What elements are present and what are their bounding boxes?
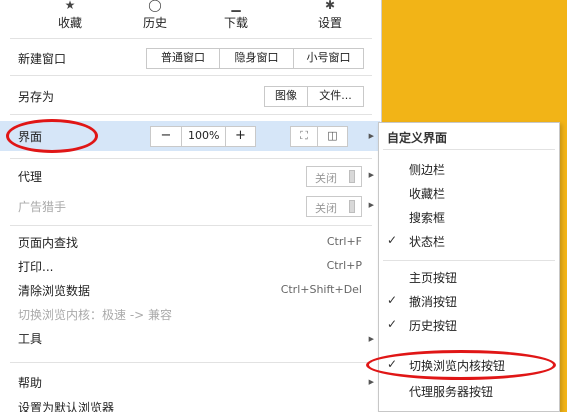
menu-row-save-as: 另存为 图像 文件... — [0, 82, 380, 110]
divider — [10, 38, 372, 39]
save-image-button[interactable]: 图像 — [265, 87, 307, 106]
menu-row-help[interactable]: 帮助 ▶ — [0, 368, 380, 392]
submenu-item-label: 状态栏 — [409, 235, 446, 249]
save-as-label: 另存为 — [18, 90, 55, 104]
submenu-arrow-icon: ▶ — [368, 201, 374, 209]
proxy-toggle-state: 关闭 — [315, 172, 337, 185]
help-label: 帮助 — [18, 376, 43, 390]
interface-label: 界面 — [18, 130, 43, 144]
checkmark-icon: ✓ — [387, 317, 398, 331]
submenu-item-label: 收藏栏 — [409, 187, 446, 201]
print-shortcut: Ctrl+P — [326, 259, 362, 272]
find-shortcut: Ctrl+F — [326, 235, 362, 248]
proxy-toggle[interactable]: 关闭 — [306, 166, 362, 187]
submenu-item-home-button[interactable]: 主页按钮 — [379, 265, 559, 289]
submenu-item-label: 历史按钮 — [409, 319, 458, 333]
new-window-label: 新建窗口 — [18, 52, 67, 66]
zoom-level: 100% — [181, 127, 225, 146]
alt-account-window-button[interactable]: 小号窗口 — [293, 49, 363, 68]
new-window-button-group: 普通窗口 隐身窗口 小号窗口 — [146, 48, 364, 69]
favorites-label: 收藏 — [57, 16, 82, 30]
submenu-item-label: 搜索框 — [409, 211, 446, 225]
normal-window-button[interactable]: 普通窗口 — [147, 49, 219, 68]
menu-row-new-window: 新建窗口 普通窗口 隐身窗口 小号窗口 — [0, 44, 380, 72]
submenu-title: 自定义界面 — [387, 131, 448, 145]
submenu-arrow-icon: ▶ — [368, 378, 374, 386]
menu-row-find[interactable]: 页面内查找 Ctrl+F — [0, 228, 380, 252]
default-browser-label: 设置为默认浏览器 — [18, 401, 115, 412]
download-icon: ▁ — [231, 0, 241, 12]
favorites-button[interactable]: ★ 收藏 — [40, 0, 100, 31]
submenu-item-history-button[interactable]: ✓ 历史按钮 — [379, 313, 559, 337]
find-label: 页面内查找 — [18, 236, 79, 250]
fullscreen-icon[interactable]: ⛶ — [291, 127, 317, 146]
submenu-item-favorites-bar[interactable]: 收藏栏 — [379, 181, 559, 205]
browser-main-menu: ★ 收藏 ◯ 历史 ▁ 下载 ✱ 设置 新建窗口 普通窗口 隐身窗口 小号窗口 … — [0, 0, 382, 412]
menu-row-adblock[interactable]: 广告猎手 关闭 ▶ — [0, 192, 380, 220]
checkmark-icon: ✓ — [387, 293, 398, 307]
proxy-label: 代理 — [18, 170, 43, 184]
settings-label: 设置 — [317, 16, 342, 30]
print-label: 打印... — [18, 260, 54, 274]
menu-row-proxy[interactable]: 代理 关闭 ▶ — [0, 162, 380, 190]
divider — [10, 362, 372, 363]
download-label: 下载 — [223, 16, 248, 30]
save-as-button-group: 图像 文件... — [264, 86, 364, 107]
clock-icon: ◯ — [148, 0, 162, 12]
submenu-item-switch-core-button[interactable]: ✓ 切换浏览内核按钮 — [379, 353, 559, 377]
download-button[interactable]: ▁ 下载 — [206, 0, 266, 31]
zoom-controls: − 100% + — [150, 126, 256, 147]
history-label: 历史 — [142, 16, 167, 30]
divider — [10, 75, 372, 76]
submenu-item-label: 撤消按钮 — [409, 295, 458, 309]
checkmark-icon: ✓ — [387, 233, 398, 247]
submenu-arrow-icon: ▶ — [368, 132, 374, 140]
clear-data-shortcut: Ctrl+Shift+Del — [280, 283, 362, 296]
menu-row-tools[interactable]: 工具 ▶ — [0, 324, 380, 348]
submenu-item-undo-button[interactable]: ✓ 撤消按钮 — [379, 289, 559, 313]
view-controls: ⛶ ◫ — [290, 126, 348, 147]
submenu-arrow-icon: ▶ — [368, 335, 374, 343]
adblock-toggle-state: 关闭 — [315, 202, 337, 215]
zoom-out-button[interactable]: − — [151, 127, 181, 146]
incognito-window-button[interactable]: 隐身窗口 — [219, 49, 293, 68]
adblock-toggle[interactable]: 关闭 — [306, 196, 362, 217]
menu-row-default-browser[interactable]: 设置为默认浏览器 — [0, 394, 380, 412]
divider — [10, 225, 372, 226]
submenu-item-search-box[interactable]: 搜索框 — [379, 205, 559, 229]
switch-core-label: 切换浏览内核：极速 -> 兼容 — [18, 308, 173, 322]
menu-row-interface[interactable]: 界面 − 100% + ⛶ ◫ ▶ — [0, 121, 380, 151]
menu-row-switch-core[interactable]: 切换浏览内核：极速 -> 兼容 — [0, 300, 380, 324]
submenu-item-label: 主页按钮 — [409, 271, 458, 285]
layout-icon[interactable]: ◫ — [317, 127, 347, 146]
submenu-item-label: 切换浏览内核按钮 — [409, 359, 506, 373]
tools-label: 工具 — [18, 332, 43, 346]
divider — [10, 158, 372, 159]
customize-interface-submenu: 自定义界面 侧边栏 收藏栏 搜索框 ✓ 状态栏 主页按钮 ✓ 撤消按钮 ✓ 历史… — [378, 122, 560, 412]
divider — [10, 114, 372, 115]
gear-icon: ✱ — [324, 0, 336, 12]
submenu-arrow-icon: ▶ — [368, 171, 374, 179]
settings-button[interactable]: ✱ 设置 — [300, 0, 360, 31]
submenu-item-status-bar[interactable]: ✓ 状态栏 — [379, 229, 559, 253]
save-file-button[interactable]: 文件... — [307, 87, 363, 106]
menu-row-print[interactable]: 打印... Ctrl+P — [0, 252, 380, 276]
history-button[interactable]: ◯ 历史 — [125, 0, 185, 31]
toggle-knob — [349, 200, 355, 213]
submenu-item-label: 侧边栏 — [409, 163, 446, 177]
submenu-item-proxy-server-button[interactable]: 代理服务器按钮 — [379, 379, 559, 403]
clear-data-label: 清除浏览数据 — [18, 284, 91, 298]
checkmark-icon: ✓ — [387, 357, 398, 371]
adblock-label: 广告猎手 — [18, 200, 67, 214]
top-icon-bar: ★ 收藏 ◯ 历史 ▁ 下载 ✱ 设置 — [0, 0, 380, 36]
star-icon: ★ — [64, 0, 76, 12]
toggle-knob — [349, 170, 355, 183]
submenu-item-label: 代理服务器按钮 — [409, 385, 494, 399]
divider — [383, 149, 555, 150]
divider — [383, 260, 555, 261]
zoom-in-button[interactable]: + — [225, 127, 255, 146]
menu-row-clear-data[interactable]: 清除浏览数据 Ctrl+Shift+Del — [0, 276, 380, 300]
submenu-item-sidebar[interactable]: 侧边栏 — [379, 157, 559, 181]
